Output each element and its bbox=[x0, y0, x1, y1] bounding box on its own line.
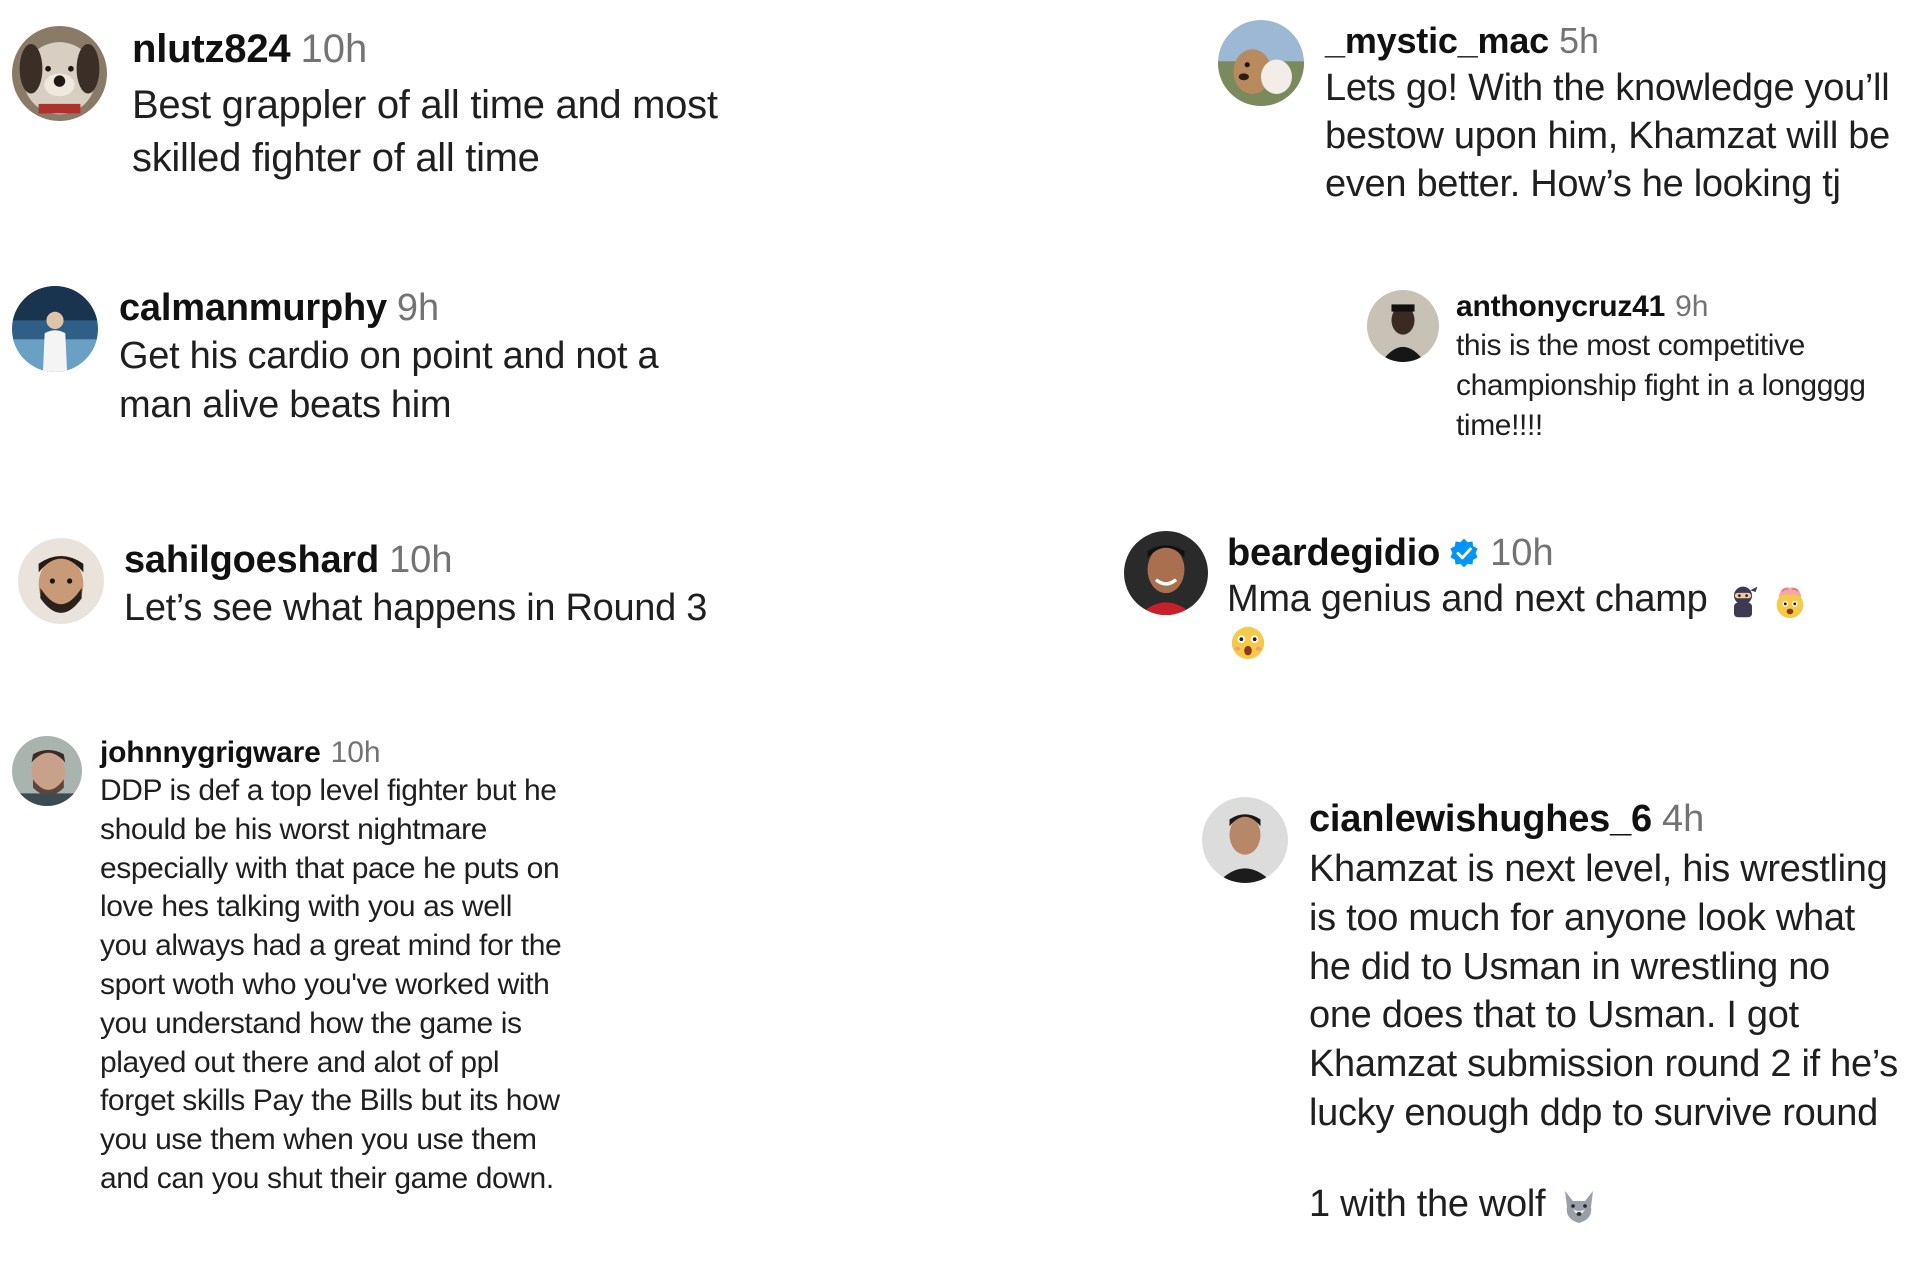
man-portrait-avatar-icon[interactable] bbox=[1202, 797, 1288, 883]
comment-item: calmanmurphy 9h Get his cardio on point … bbox=[12, 286, 812, 436]
comment-username[interactable]: johnnygrigware bbox=[100, 736, 321, 770]
comment-item: cianlewishughes_6 4h Khamzat is next lev… bbox=[1202, 797, 1918, 1225]
comment-text: Best grappler of all time and most skill… bbox=[132, 83, 718, 180]
smiling-man-avatar-icon[interactable] bbox=[1124, 531, 1208, 615]
comment-text: Khamzat is next level, his wrestling is … bbox=[1309, 848, 1898, 1225]
comment-username[interactable]: cianlewishughes_6 bbox=[1309, 797, 1652, 841]
comment-text: Lets go! With the knowledge you’ll besto… bbox=[1325, 67, 1890, 205]
wolf-emoji-icon bbox=[1559, 1138, 1599, 1273]
comment-timestamp: 10h bbox=[1490, 532, 1554, 574]
ninja-emoji-icon bbox=[1725, 583, 1761, 619]
comment-timestamp: 10h bbox=[330, 736, 381, 769]
comment-username[interactable]: sahilgoeshard bbox=[124, 538, 379, 582]
comment-text-line: Mma genius and next champ bbox=[1227, 575, 1809, 624]
mind-blown-emoji-icon bbox=[1771, 582, 1809, 620]
comment-text: Get his cardio on point and not a man al… bbox=[119, 335, 659, 426]
comment-item: nlutz824 10h Best grappler of all time a… bbox=[12, 26, 812, 186]
comment-timestamp: 5h bbox=[1558, 20, 1600, 61]
comment-timestamp: 4h bbox=[1661, 798, 1705, 840]
man-dark-avatar-icon[interactable] bbox=[1367, 290, 1439, 362]
emoji-line bbox=[1229, 624, 1809, 662]
comment-username[interactable]: beardegidio bbox=[1227, 531, 1440, 575]
comment-username[interactable]: calmanmurphy bbox=[119, 286, 387, 330]
comment-reply-item: anthonycruz41 9h this is the most compet… bbox=[1367, 290, 1917, 460]
person-stadium-avatar-icon[interactable] bbox=[12, 286, 98, 372]
comment-text: Mma genius and next champ bbox=[1227, 578, 1708, 620]
verified-badge-icon bbox=[1448, 537, 1480, 569]
comment-text-block: Khamzat is next level, his wrestling is … bbox=[1309, 845, 1898, 1273]
comment-item: _mystic_mac 5h Lets go! With the knowled… bbox=[1218, 20, 1918, 220]
comment-timestamp: 10h bbox=[300, 27, 368, 71]
comment-text: Let’s see what happens in Round 3 bbox=[124, 587, 708, 629]
comment-item: johnnygrigware 10h DDP is def a top leve… bbox=[12, 736, 712, 1196]
comment-username[interactable]: nlutz824 bbox=[132, 26, 291, 72]
shocked-face-emoji-icon bbox=[1229, 624, 1267, 662]
comment-timestamp: 9h bbox=[1675, 290, 1709, 323]
comment-timestamp: 10h bbox=[389, 539, 453, 581]
comment-text: this is the most competitive championshi… bbox=[1456, 329, 1866, 442]
bearded-man-avatar-icon[interactable] bbox=[18, 538, 104, 624]
dog-plush-avatar-icon[interactable] bbox=[12, 26, 107, 121]
dog-outdoor-avatar-icon[interactable] bbox=[1218, 20, 1304, 106]
comment-username[interactable]: anthonycruz41 bbox=[1456, 290, 1665, 324]
comment-timestamp: 9h bbox=[396, 287, 440, 329]
comment-item: beardegidio 10h Mma genius and next cham… bbox=[1124, 531, 1914, 691]
comment-text: DDP is def a top level fighter but he sh… bbox=[100, 774, 562, 1195]
man-selfie-avatar-icon[interactable] bbox=[12, 736, 82, 806]
comment-item: sahilgoeshard 10h Let’s see what happens… bbox=[18, 538, 818, 648]
comment-username[interactable]: _mystic_mac bbox=[1325, 20, 1549, 62]
